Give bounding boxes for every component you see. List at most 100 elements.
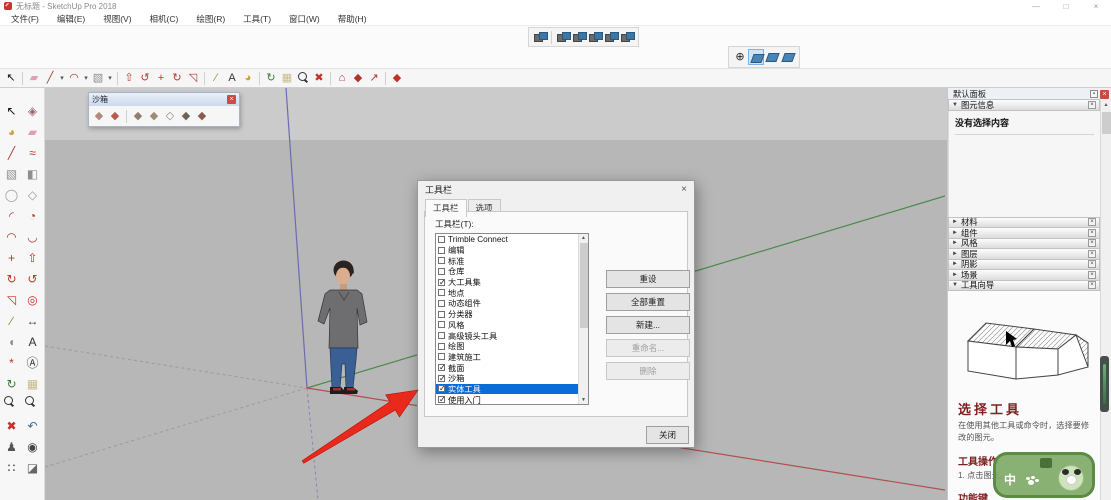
walk-icon[interactable]: ∷ bbox=[1, 457, 22, 478]
checkbox[interactable] bbox=[438, 278, 446, 287]
tape-measure-icon[interactable]: ∕ bbox=[208, 70, 224, 86]
scroll-up-icon[interactable]: ▴ bbox=[1101, 101, 1111, 108]
checkbox[interactable] bbox=[438, 321, 445, 329]
dialog-close-icon[interactable]: × bbox=[681, 184, 687, 195]
polygon-icon[interactable]: ◇ bbox=[22, 184, 43, 205]
eraser-icon[interactable]: ▰ bbox=[26, 70, 42, 86]
scale-icon[interactable]: ◹ bbox=[1, 289, 22, 310]
orbit-icon[interactable]: ↻ bbox=[1, 373, 22, 394]
tray-section-close-icon[interactable]: × bbox=[1088, 249, 1096, 258]
checkbox[interactable] bbox=[438, 342, 445, 350]
share-model-icon[interactable]: ↗ bbox=[366, 70, 382, 86]
zoom-icon[interactable] bbox=[295, 70, 311, 86]
restore-button[interactable]: □ bbox=[1051, 2, 1081, 11]
ime-mode-indicator[interactable]: 中 bbox=[1004, 471, 1016, 488]
tray-section-close-icon[interactable]: × bbox=[1088, 270, 1096, 279]
menu-item-3[interactable]: 相机(C) bbox=[141, 13, 188, 25]
display-section-cuts-icon[interactable] bbox=[764, 49, 780, 65]
display-section-planes-icon[interactable] bbox=[748, 49, 764, 65]
split-icon[interactable] bbox=[619, 29, 635, 45]
section-plane-icon[interactable]: ⊕ bbox=[732, 49, 748, 65]
trim-icon[interactable] bbox=[603, 29, 619, 45]
checkbox[interactable] bbox=[438, 363, 446, 372]
offset-icon[interactable]: ◎ bbox=[22, 289, 43, 310]
move-icon[interactable]: + bbox=[1, 247, 22, 268]
panda-logo-icon[interactable] bbox=[1058, 465, 1084, 491]
scale-icon[interactable]: ◹ bbox=[185, 70, 201, 86]
select-icon[interactable]: ↖ bbox=[3, 70, 19, 86]
edge-widget[interactable] bbox=[1100, 356, 1109, 412]
subtract-icon[interactable] bbox=[587, 29, 603, 45]
position-camera-icon[interactable]: ♟ bbox=[1, 436, 22, 457]
tab-toolbars[interactable]: 工具栏 bbox=[425, 199, 467, 217]
zoom-icon[interactable] bbox=[1, 394, 22, 415]
pin-icon[interactable]: ▪ bbox=[1090, 90, 1098, 98]
axes-icon[interactable]: * bbox=[1, 352, 22, 373]
menu-item-7[interactable]: 帮助(H) bbox=[329, 13, 376, 25]
flip-edge-icon[interactable]: ◆ bbox=[194, 108, 210, 124]
section-plane-icon[interactable]: ◪ bbox=[22, 457, 43, 478]
extension-manager-icon[interactable]: ◆ bbox=[389, 70, 405, 86]
menu-item-4[interactable]: 绘图(R) bbox=[187, 13, 234, 25]
menu-item-5[interactable]: 工具(T) bbox=[234, 13, 280, 25]
minimize-button[interactable]: — bbox=[1021, 2, 1051, 11]
eraser-icon[interactable]: ▰ bbox=[22, 121, 43, 142]
warehouse-3d-icon[interactable]: ⌂ bbox=[334, 70, 350, 86]
scroll-down-icon[interactable]: ▼ bbox=[581, 397, 586, 403]
push-pull-icon[interactable]: ⇧ bbox=[121, 70, 137, 86]
rotated-rectangle-icon[interactable]: ◧ bbox=[22, 163, 43, 184]
instructor-header[interactable]: ▼ 工具向导 × bbox=[948, 279, 1100, 291]
reset-button[interactable]: 重设 bbox=[606, 270, 690, 288]
circle-icon[interactable]: ◯ bbox=[1, 184, 22, 205]
intersect-icon[interactable] bbox=[555, 29, 571, 45]
zoom-extents-icon[interactable]: ✖ bbox=[1, 415, 22, 436]
follow-me-icon[interactable]: ↺ bbox=[22, 268, 43, 289]
checkbox[interactable] bbox=[438, 267, 445, 275]
list-scrollbar[interactable]: ▲ ▼ bbox=[578, 234, 588, 404]
rotate-icon[interactable]: ↻ bbox=[169, 70, 185, 86]
pie-icon[interactable]: ◔ bbox=[22, 205, 43, 226]
sandbox-close-button[interactable]: × bbox=[227, 95, 236, 104]
checkbox[interactable] bbox=[438, 332, 445, 340]
checkbox[interactable] bbox=[438, 246, 445, 254]
rotate-icon[interactable]: ↻ bbox=[1, 268, 22, 289]
line-icon[interactable]: ╱ bbox=[1, 142, 22, 163]
tray-close-button[interactable]: × bbox=[1100, 89, 1109, 99]
from-scratch-icon[interactable]: ◆ bbox=[107, 108, 123, 124]
close-dialog-button[interactable]: 关闭 bbox=[646, 426, 689, 444]
move-icon[interactable]: + bbox=[153, 70, 169, 86]
checkbox[interactable] bbox=[438, 353, 445, 361]
add-detail-icon[interactable]: ◆ bbox=[178, 108, 194, 124]
input-method-widget[interactable]: 中 bbox=[993, 452, 1095, 498]
new-button[interactable]: 新建... bbox=[606, 316, 690, 334]
paint-bucket-icon[interactable]: ◕ bbox=[240, 70, 256, 86]
smoove-icon[interactable]: ◆ bbox=[130, 108, 146, 124]
checkbox[interactable] bbox=[438, 257, 445, 265]
zoom-extents-icon[interactable]: ✖ bbox=[311, 70, 327, 86]
from-contours-icon[interactable]: ◆ bbox=[91, 108, 107, 124]
text-icon[interactable]: A bbox=[22, 331, 43, 352]
two-point-arc-icon[interactable]: ◠ bbox=[1, 226, 22, 247]
stamp-icon[interactable]: ◆ bbox=[146, 108, 162, 124]
protractor-icon[interactable]: ◖ bbox=[1, 331, 22, 352]
checkbox[interactable] bbox=[438, 289, 445, 297]
outer-shell-icon[interactable] bbox=[532, 29, 548, 45]
drape-icon[interactable]: ◇ bbox=[162, 108, 178, 124]
entity-info-close-icon[interactable]: × bbox=[1088, 100, 1096, 109]
entity-info-header[interactable]: ▼ 图元信息 × bbox=[948, 99, 1100, 111]
zoom-window-icon[interactable] bbox=[22, 394, 43, 415]
3d-text-icon[interactable]: Ⓐ bbox=[22, 352, 43, 373]
union-icon[interactable] bbox=[571, 29, 587, 45]
close-button[interactable]: × bbox=[1081, 2, 1111, 11]
tray-section-close-icon[interactable]: × bbox=[1088, 239, 1096, 248]
pan-icon[interactable]: ▦ bbox=[279, 70, 295, 86]
paint-bucket-icon[interactable]: ◕ bbox=[1, 121, 22, 142]
tray-section-close-icon[interactable]: × bbox=[1088, 228, 1096, 237]
select-icon[interactable]: ↖ bbox=[1, 100, 22, 121]
panel-scrollbar[interactable]: ▴ bbox=[1100, 100, 1111, 500]
look-around-icon[interactable]: ◉ bbox=[22, 436, 43, 457]
previous-view-icon[interactable]: ↶ bbox=[22, 415, 43, 436]
menu-item-2[interactable]: 视图(V) bbox=[94, 13, 140, 25]
paw-icon[interactable] bbox=[1026, 476, 1036, 486]
instructor-close-icon[interactable]: × bbox=[1088, 281, 1096, 290]
